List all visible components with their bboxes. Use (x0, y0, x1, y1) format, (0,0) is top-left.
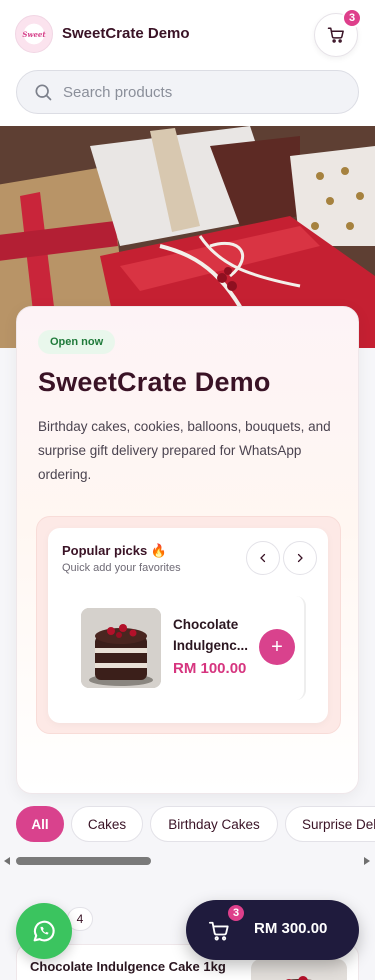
chevron-left-icon (260, 553, 266, 563)
product-list-name: Chocolate Indulgence Cake 1kg (30, 959, 226, 974)
chevron-right-icon (297, 553, 303, 563)
whatsapp-icon (33, 920, 55, 942)
floating-cart-count-badge: 3 (226, 903, 246, 923)
product-list-thumbnail (251, 959, 347, 980)
store-info-card: Open now SweetCrate Demo Birthday cakes,… (16, 306, 359, 794)
popular-product-card[interactable]: Chocolate Indulgenc... RM 100.00 + (69, 596, 306, 700)
carousel-next-button[interactable] (283, 541, 317, 575)
cart-count-badge: 3 (342, 8, 362, 28)
category-chip-all[interactable]: All (16, 806, 64, 842)
product-price: RM 100.00 (173, 660, 247, 677)
plus-icon: + (271, 635, 283, 658)
horizontal-scrollbar[interactable] (0, 854, 375, 868)
scroll-right-arrow[interactable] (364, 857, 370, 865)
store-description: Birthday cakes, cookies, balloons, bouqu… (38, 419, 331, 482)
product-name: Chocolate Indulgenc... (173, 617, 249, 653)
popular-picks-panel: Popular picks 🔥 Quick add your favorites (36, 516, 341, 734)
search-input[interactable] (63, 83, 323, 101)
popular-picks-subtitle: Quick add your favorites (62, 562, 181, 574)
header-cart-button[interactable]: 3 (314, 8, 362, 57)
brand-name: SweetCrate Demo (62, 25, 190, 42)
store-logo[interactable]: Sweet (15, 15, 53, 53)
cart-icon (208, 921, 229, 941)
store-title: SweetCrate Demo (38, 367, 271, 397)
product-image (81, 608, 161, 688)
add-to-cart-button[interactable]: + (259, 629, 295, 665)
category-chips: All Cakes Birthday Cakes Surprise Del (0, 806, 375, 846)
search-bar[interactable] (16, 70, 359, 114)
scroll-thumb[interactable] (16, 857, 151, 865)
scroll-left-arrow[interactable] (4, 857, 10, 865)
cart-icon (327, 27, 344, 43)
popular-picks-title: Popular picks 🔥 (62, 543, 168, 558)
app-header: Sweet SweetCrate Demo 3 (0, 0, 375, 126)
search-icon (35, 84, 52, 101)
cart-total: RM 300.00 (254, 920, 328, 937)
whatsapp-button[interactable] (16, 903, 72, 959)
floating-cart-button[interactable]: 3 RM 300.00 (186, 900, 359, 960)
carousel-prev-button[interactable] (246, 541, 280, 575)
open-status-badge: Open now (38, 330, 116, 354)
category-chip-cakes[interactable]: Cakes (71, 806, 143, 842)
category-chip-birthday-cakes[interactable]: Birthday Cakes (150, 806, 278, 842)
popular-picks-card: Popular picks 🔥 Quick add your favorites (48, 528, 328, 723)
logo-text: Sweet (22, 29, 46, 39)
category-chip-surprise-delivery[interactable]: Surprise Del (285, 806, 375, 842)
